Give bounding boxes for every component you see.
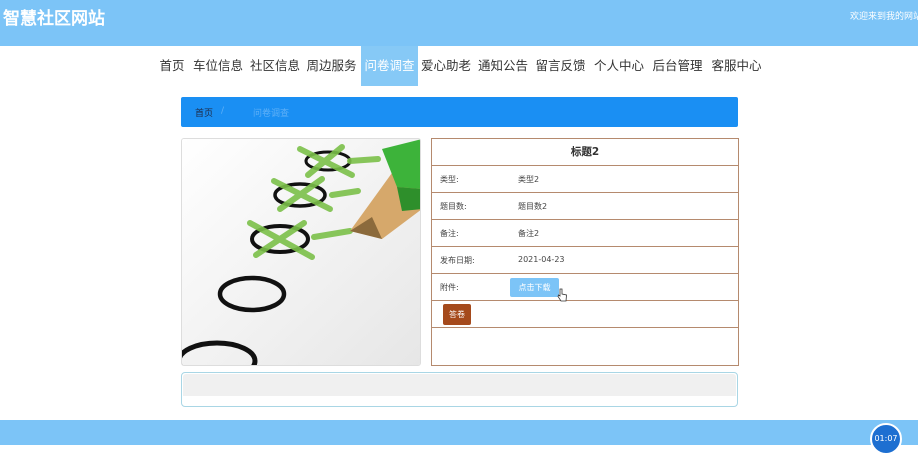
nav-item-parking[interactable]: 车位信息: [193, 46, 243, 86]
hand-cursor-icon: [557, 288, 567, 302]
nav-item-home[interactable]: 首页: [157, 46, 187, 86]
detail-value: 题目数2: [518, 202, 548, 211]
breadcrumb-separator: /: [221, 106, 225, 116]
nav-item-elderly-care[interactable]: 爱心助老: [421, 46, 471, 86]
top-header: 智慧社区网站 欢迎来到我的网站: [0, 0, 918, 46]
content-box: [181, 372, 738, 407]
breadcrumb-home[interactable]: 首页: [195, 106, 213, 119]
detail-row-remarks: 备注: 备注2: [432, 220, 738, 247]
timer-badge: 01:07: [870, 423, 902, 455]
main-nav: 首页 车位信息 社区信息 周边服务 问卷调查 爱心助老 通知公告 留言反馈 个人…: [0, 46, 918, 86]
detail-label: 发布日期:: [440, 256, 475, 265]
answer-survey-button[interactable]: 答卷: [443, 304, 471, 325]
detail-value: 2021-04-23: [518, 255, 565, 264]
detail-value: 备注2: [518, 229, 540, 238]
site-title[interactable]: 智慧社区网站: [3, 4, 105, 29]
survey-detail-panel: 标题2 类型: 类型2 题目数: 题目数2 备注: 备注2 发布日期: 2021…: [431, 138, 739, 366]
detail-row-actions: 答卷: [432, 301, 738, 328]
nav-item-survey[interactable]: 问卷调查: [361, 46, 418, 86]
checklist-pencil-illustration: [182, 139, 420, 365]
nav-item-profile[interactable]: 个人中心: [594, 46, 644, 86]
detail-value: 类型2: [518, 175, 540, 184]
detail-row-attachment: 附件: 点击下载: [432, 274, 738, 302]
nav-item-nearby[interactable]: 周边服务: [306, 46, 357, 86]
nav-item-support[interactable]: 客服中心: [711, 46, 762, 86]
download-button[interactable]: 点击下载: [510, 278, 559, 297]
detail-label: 题目数:: [440, 202, 467, 211]
survey-cover-image: [181, 138, 421, 366]
detail-row-type: 类型: 类型2: [432, 166, 738, 193]
breadcrumb-current: 问卷调查: [253, 109, 290, 119]
breadcrumb: 首页 / 问卷调查: [181, 97, 738, 127]
detail-label: 附件:: [440, 283, 459, 292]
detail-row-question-count: 题目数: 题目数2: [432, 193, 738, 220]
nav-item-community[interactable]: 社区信息: [250, 46, 300, 86]
detail-row-publish-date: 发布日期: 2021-04-23: [432, 247, 738, 274]
nav-item-feedback[interactable]: 留言反馈: [535, 46, 586, 86]
nav-item-notices[interactable]: 通知公告: [478, 46, 528, 86]
page-footer: [0, 420, 918, 445]
detail-label: 类型:: [440, 175, 459, 184]
nav-item-admin[interactable]: 后台管理: [652, 46, 703, 86]
content-box-header: [183, 374, 736, 396]
survey-title: 标题2: [432, 139, 738, 166]
detail-label: 备注:: [440, 229, 459, 238]
welcome-text: 欢迎来到我的网站: [850, 12, 918, 22]
